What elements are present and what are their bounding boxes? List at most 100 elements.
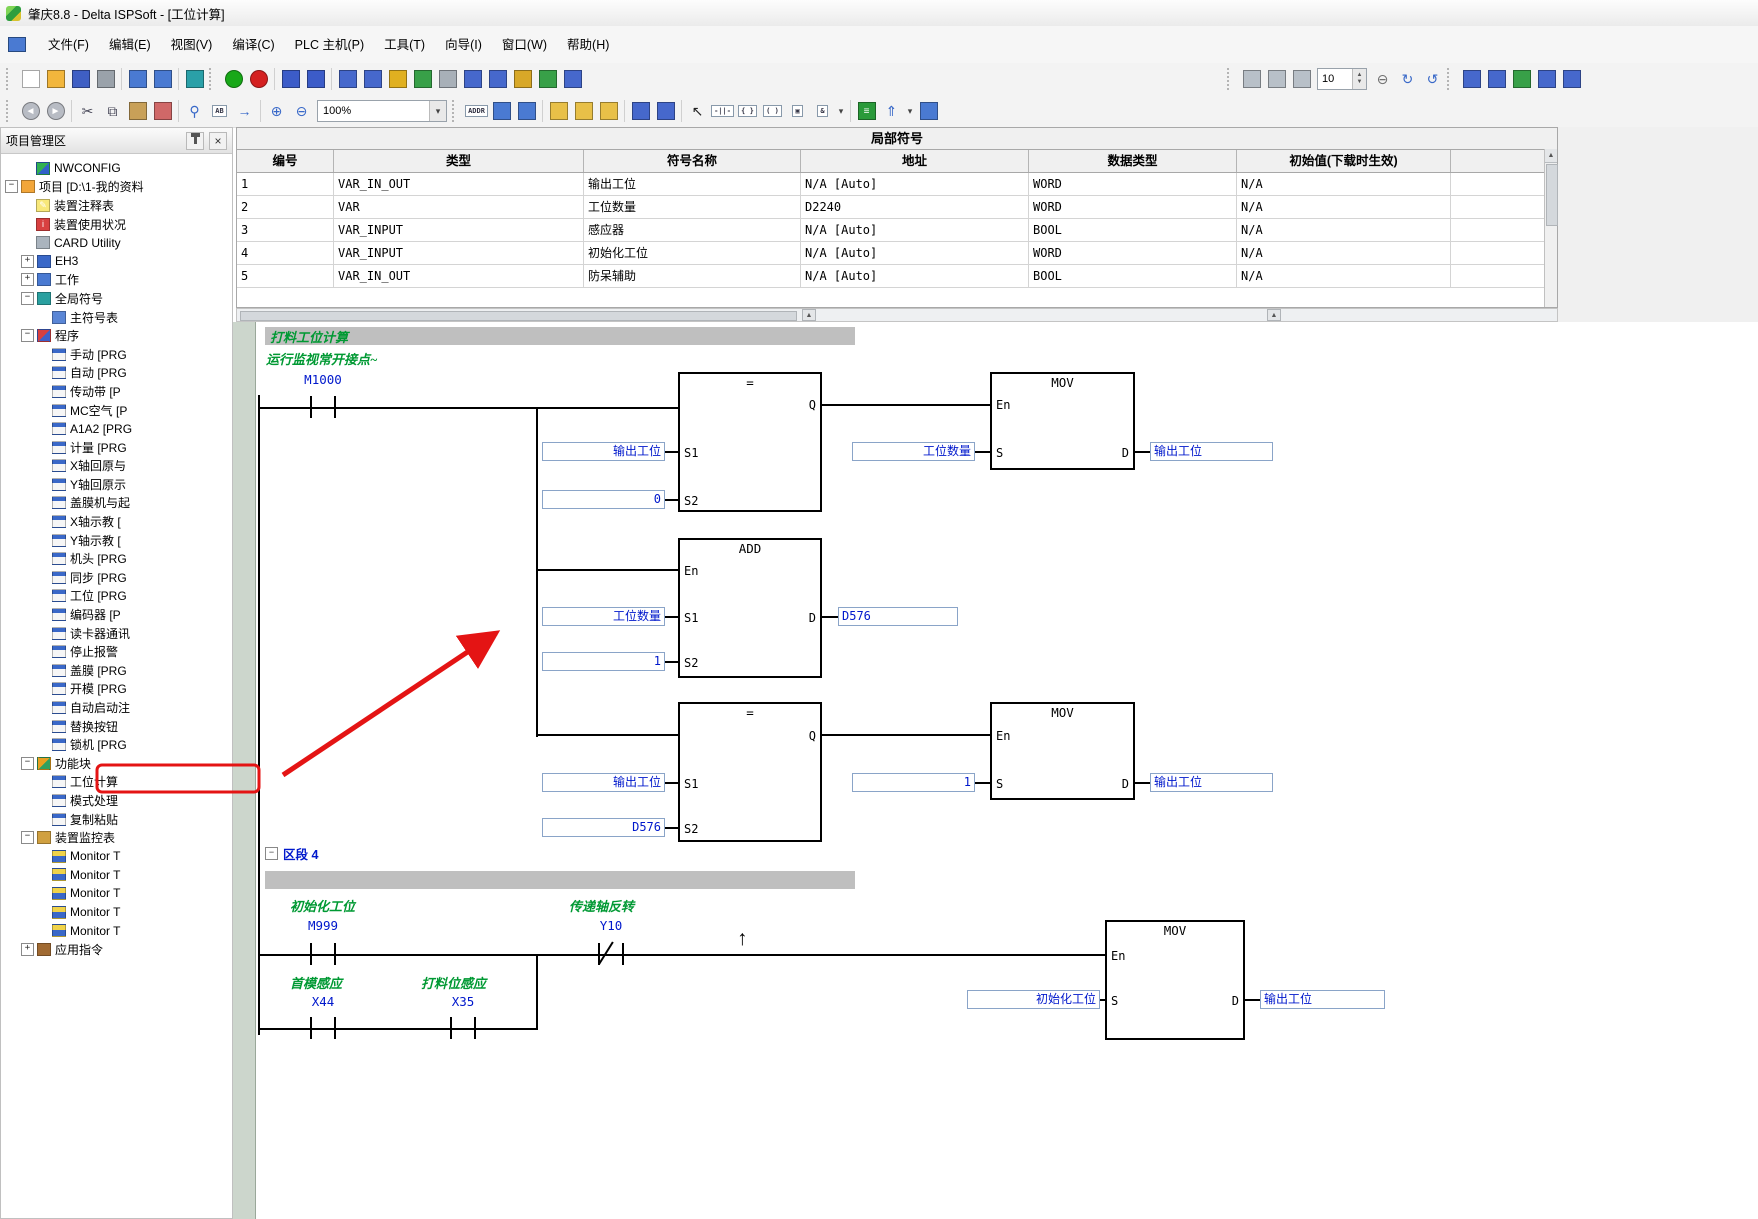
cut-icon[interactable]: ✂ [75, 99, 100, 124]
toolbar-grip[interactable] [452, 100, 459, 122]
splitter-arrow-icon[interactable]: ▲ [1267, 309, 1281, 321]
tree-item-2[interactable]: −项目 [D:\1-我的资料 [1, 178, 232, 197]
window-split-icon[interactable] [125, 67, 150, 92]
tree-item-23[interactable]: 同步 [PRG [1, 568, 232, 587]
spin-down-icon[interactable]: ▼ [1357, 79, 1363, 86]
find-replace-icon[interactable]: AB [207, 99, 232, 124]
tree-item-25[interactable]: 编码器 [P [1, 605, 232, 624]
toolbar-grip[interactable] [6, 100, 13, 122]
tree-item-10[interactable]: −程序 [1, 326, 232, 345]
insert-contact-icon[interactable]: -||- [710, 99, 735, 124]
print-icon[interactable] [93, 67, 118, 92]
compile-program-icon[interactable] [653, 99, 678, 124]
tree-expand-icon[interactable]: + [21, 943, 34, 956]
toolbar-grip[interactable] [1447, 68, 1454, 90]
nc-contact-Y10[interactable] [622, 943, 624, 965]
goto-icon[interactable]: → [232, 99, 257, 124]
tree-item-41[interactable]: Monitor T [1, 903, 232, 922]
contact-M999[interactable] [334, 943, 336, 965]
download-to-plc-icon[interactable] [278, 67, 303, 92]
contact-X44[interactable] [334, 1017, 336, 1039]
memory-icon[interactable] [435, 67, 460, 92]
menu-item-2[interactable]: 编辑(E) [99, 33, 161, 57]
card-utility-tool-icon[interactable] [1509, 67, 1534, 92]
title-bar[interactable]: 肇庆8.8 - Delta ISPSoft - [工位计算] [0, 0, 1758, 27]
insert-block-icon[interactable]: { } [735, 99, 760, 124]
operand-mov3-s[interactable]: 初始化工位 [967, 990, 1100, 1009]
paste-icon[interactable] [125, 99, 150, 124]
delete-icon[interactable] [150, 99, 175, 124]
open-project-icon[interactable] [43, 67, 68, 92]
contact-X35[interactable] [474, 1017, 476, 1039]
tree-item-31[interactable]: 替换按钮 [1, 717, 232, 736]
menu-item-5[interactable]: PLC 主机(P) [285, 33, 374, 57]
tree-item-9[interactable]: 主符号表 [1, 308, 232, 327]
compare-eq-block-2[interactable]: = Q S1 S2 [678, 702, 822, 842]
tree-item-18[interactable]: Y轴回原示 [1, 475, 232, 494]
monitor-table-icon[interactable] [460, 67, 485, 92]
operand-mov1-d[interactable]: 输出工位 [1150, 442, 1273, 461]
toolbar-grip[interactable] [209, 68, 216, 90]
tree-item-12[interactable]: 自动 [PRG [1, 364, 232, 383]
simulator-icon[interactable] [1239, 67, 1264, 92]
zoom-out-icon[interactable]: ⊖ [289, 99, 314, 124]
horizontal-scrollbar[interactable]: ▲ ▲ [236, 308, 1558, 322]
menu-item-9[interactable]: 帮助(H) [557, 33, 619, 57]
tree-expand-icon[interactable]: + [21, 273, 34, 286]
tree-item-24[interactable]: 工位 [PRG [1, 587, 232, 606]
pin-icon[interactable] [186, 132, 204, 150]
tree-item-38[interactable]: Monitor T [1, 847, 232, 866]
operand-eq2-s1[interactable]: 输出工位 [542, 773, 665, 792]
dropdown-arrow-icon[interactable]: ▾ [835, 106, 847, 117]
ethernet-icon[interactable] [535, 67, 560, 92]
operand-add-s2[interactable]: 1 [542, 652, 665, 671]
section-4-header[interactable]: − 区段 4 [265, 844, 318, 863]
scan-time-spinbox[interactable]: 10▲▼ [1317, 68, 1367, 90]
tree-item-16[interactable]: 计量 [PRG [1, 438, 232, 457]
insert-network-icon[interactable]: ≡ [854, 99, 879, 124]
reset-icon[interactable]: ↺ [1420, 67, 1445, 92]
tree-item-40[interactable]: Monitor T [1, 884, 232, 903]
menu-item-1[interactable]: 文件(F) [38, 33, 99, 57]
hscrollbar-thumb[interactable] [240, 311, 797, 321]
mov-block-2[interactable]: MOV En S D [990, 702, 1135, 800]
insert-fb-icon[interactable]: ▣ [785, 99, 810, 124]
mov-block-1[interactable]: MOV En S D [990, 372, 1135, 470]
tree-collapse-icon[interactable]: − [21, 329, 34, 342]
tree-item-29[interactable]: 开模 [PRG [1, 680, 232, 699]
operand-add-s1[interactable]: 工位数量 [542, 607, 665, 626]
comm-setting-icon[interactable] [1534, 67, 1559, 92]
tree-item-5[interactable]: CARD Utility [1, 233, 232, 252]
tree-item-30[interactable]: 自动启动注 [1, 698, 232, 717]
splitter-arrow-icon[interactable]: ▲ [802, 309, 816, 321]
upload-from-plc-icon[interactable] [303, 67, 328, 92]
copy-icon[interactable]: ⧉ [100, 99, 125, 124]
operand-eq2-s2[interactable]: D576 [542, 818, 665, 837]
toolbar-grip[interactable] [1227, 68, 1234, 90]
tree-item-4[interactable]: i装置使用状况 [1, 215, 232, 234]
contact-M999[interactable] [310, 943, 312, 965]
operand-mov1-s[interactable]: 工位数量 [852, 442, 975, 461]
device-monitor-icon[interactable] [360, 67, 385, 92]
compare-icon[interactable] [596, 99, 621, 124]
menu-item-6[interactable]: 工具(T) [374, 33, 435, 57]
tree-item-1[interactable]: NWCONFIG [1, 159, 232, 178]
tree-item-33[interactable]: −功能块 [1, 754, 232, 773]
tree-item-36[interactable]: 复制粘贴 [1, 810, 232, 829]
tree-item-22[interactable]: 机头 [PRG [1, 549, 232, 568]
toolbar-grip[interactable] [6, 68, 13, 90]
ladder-editor[interactable]: 打料工位计算 运行监视常开接点~ M1000 = Q S1 S2 输出工位 0 … [233, 322, 1758, 1219]
operand-mov2-d[interactable]: 输出工位 [1150, 773, 1273, 792]
spin-arrows[interactable]: ▲▼ [1352, 69, 1366, 89]
tree-item-8[interactable]: −全局符号 [1, 289, 232, 308]
forward-icon[interactable]: ► [43, 99, 68, 124]
simulator-run-icon[interactable] [1264, 67, 1289, 92]
contact-X35[interactable] [450, 1017, 452, 1039]
edit-mode-icon[interactable] [916, 99, 941, 124]
operand-mov3-d[interactable]: 输出工位 [1260, 990, 1385, 1009]
tree-item-34[interactable]: 工位计算 [1, 773, 232, 792]
compile-book-icon[interactable] [182, 67, 207, 92]
run-plc-icon[interactable] [221, 67, 246, 92]
find-icon[interactable]: ⚲ [182, 99, 207, 124]
mov-block-3[interactable]: MOV En S D [1105, 920, 1245, 1040]
